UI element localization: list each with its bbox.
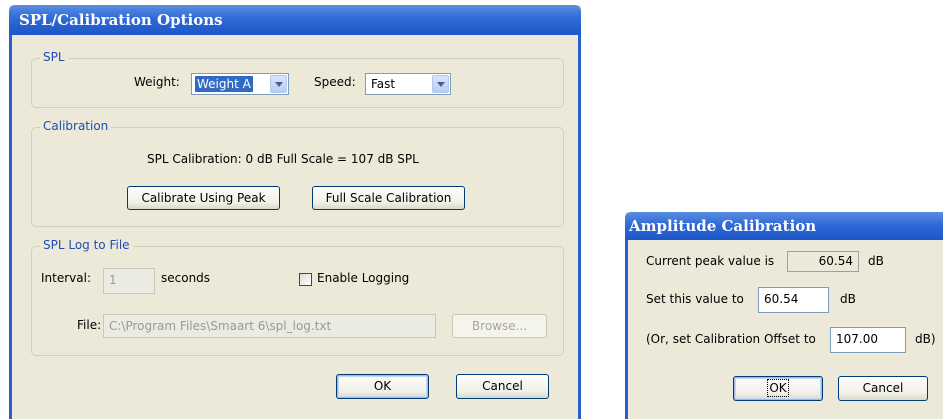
peak-value-display: 60.54 <box>787 251 859 272</box>
chevron-down-icon[interactable] <box>270 75 287 93</box>
cancel-button[interactable]: Cancel <box>456 374 549 399</box>
amp-ok-label: OK <box>767 379 789 397</box>
window-border-left <box>9 35 12 419</box>
browse-label: Browse... <box>471 319 528 333</box>
calibrate-using-peak-label: Calibrate Using Peak <box>141 191 266 205</box>
weight-label: Weight: <box>134 75 180 89</box>
spl-calibration-dialog: SPL/Calibration Options SPL Weight: Weig… <box>9 5 581 419</box>
window-border-left <box>625 240 628 419</box>
calibrate-using-peak-button[interactable]: Calibrate Using Peak <box>127 186 280 210</box>
interval-label: Interval: <box>41 271 91 285</box>
speed-select[interactable]: Fast <box>365 73 451 95</box>
calibration-group: Calibration SPL Calibration: 0 dB Full S… <box>31 119 564 227</box>
ok-label: OK <box>373 379 392 393</box>
set-value-label: Set this value to <box>646 292 744 306</box>
chevron-down-icon[interactable] <box>432 75 449 93</box>
interval-input[interactable]: 1 <box>103 268 155 294</box>
dialog-title: SPL/Calibration Options <box>9 5 581 35</box>
spl-group: SPL Weight: Weight A Speed: Fast <box>31 50 564 108</box>
spl-log-group-label: SPL Log to File <box>40 238 133 252</box>
full-scale-calibration-button[interactable]: Full Scale Calibration <box>312 186 465 210</box>
window-border-right <box>578 35 581 419</box>
ok-button[interactable]: OK <box>336 374 429 399</box>
peak-value-label: Current peak value is <box>646 254 775 268</box>
amp-cancel-button[interactable]: Cancel <box>838 376 928 401</box>
spl-calibration-status: SPL Calibration: 0 dB Full Scale = 107 d… <box>147 152 419 166</box>
speed-label: Speed: <box>314 75 356 89</box>
peak-unit: dB <box>868 254 884 268</box>
seconds-label: seconds <box>161 271 211 285</box>
amp-dialog-title: Amplitude Calibration <box>625 212 943 240</box>
speed-select-value: Fast <box>371 77 396 91</box>
set-value-unit: dB <box>840 292 856 306</box>
file-label: File: <box>77 318 102 332</box>
amp-cancel-label: Cancel <box>862 381 904 395</box>
cancel-label: Cancel <box>482 379 523 393</box>
browse-button[interactable]: Browse... <box>452 314 547 338</box>
weight-select[interactable]: Weight A <box>191 73 289 95</box>
spl-log-group: SPL Log to File Interval: 1 seconds Enab… <box>31 238 564 356</box>
amp-ok-button[interactable]: OK <box>733 376 823 401</box>
set-value-input[interactable]: 60.54 <box>758 287 829 313</box>
calibration-offset-label: (Or, set Calibration Offset to <box>646 332 816 346</box>
amplitude-calibration-dialog: Amplitude Calibration Current peak value… <box>625 212 943 419</box>
calibration-group-label: Calibration <box>40 119 112 133</box>
enable-logging-checkbox[interactable] <box>299 273 312 286</box>
enable-logging-label[interactable]: Enable Logging <box>317 271 409 285</box>
calibration-offset-unit: dB) <box>915 332 936 346</box>
calibration-offset-input[interactable]: 107.00 <box>830 327 906 353</box>
full-scale-calibration-label: Full Scale Calibration <box>325 191 452 205</box>
spl-group-label: SPL <box>40 50 68 64</box>
weight-select-value: Weight A <box>195 76 253 92</box>
file-path-input[interactable]: C:\Program Files\Smaart 6\spl_log.txt <box>103 314 436 338</box>
